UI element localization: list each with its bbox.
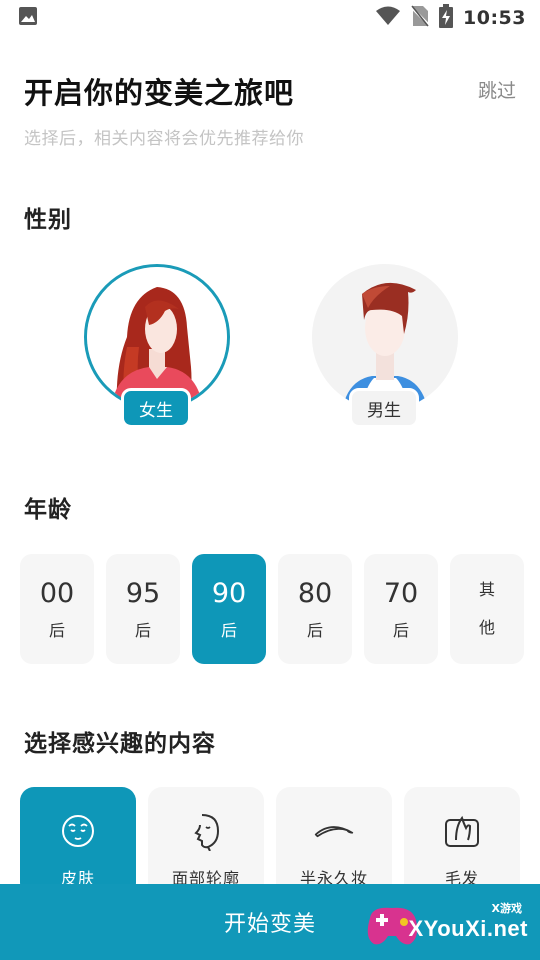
age-option-top: 其	[478, 580, 495, 599]
age-options: 00 后 95 后 90 后 80 后 70 后 其 他	[20, 554, 524, 664]
image-notification-icon	[18, 6, 38, 30]
age-option-70[interactable]: 70 后	[364, 554, 438, 664]
interest-option-semi-permanent-makeup[interactable]: 半永久妆	[276, 787, 392, 897]
age-option-top: 95	[125, 578, 161, 609]
header: 开启你的变美之旅吧 跳过 选择后，相关内容将会优先推荐给你	[24, 70, 516, 149]
gender-label-male: 男生	[349, 388, 419, 428]
gender-label-female: 女生	[121, 388, 191, 428]
age-option-bottom: 后	[306, 621, 323, 640]
female-illustration-icon	[87, 267, 227, 407]
face-icon	[58, 811, 98, 851]
interest-options: 皮肤 面部轮廓 半永久妆 毛发	[20, 787, 520, 897]
page-subtitle: 选择后，相关内容将会优先推荐给你	[24, 129, 304, 149]
page-title: 开启你的变美之旅吧	[24, 76, 295, 110]
battery-charging-icon	[439, 4, 454, 32]
age-option-90[interactable]: 90 后	[192, 554, 266, 664]
age-option-bottom: 后	[220, 621, 237, 640]
gender-section-title: 性别	[24, 207, 72, 233]
age-option-00[interactable]: 00 后	[20, 554, 94, 664]
interest-option-skin[interactable]: 皮肤	[20, 787, 136, 897]
eyebrow-icon	[314, 811, 354, 851]
interest-option-face-contour[interactable]: 面部轮廓	[148, 787, 264, 897]
status-bar: 10:53	[0, 0, 540, 36]
skip-button[interactable]: 跳过	[478, 76, 516, 103]
interests-section-title: 选择感兴趣的内容	[24, 731, 216, 757]
age-option-bottom: 后	[134, 621, 151, 640]
watermark: X游戏 XYouXi.net	[362, 898, 530, 954]
age-option-bottom: 后	[48, 621, 65, 640]
watermark-text: XYouXi.net	[408, 916, 528, 941]
age-option-bottom: 后	[392, 621, 409, 640]
hair-icon	[442, 811, 482, 851]
status-time: 10:53	[463, 7, 526, 29]
watermark-top-text: X游戏	[491, 902, 522, 915]
interest-option-hair[interactable]: 毛发	[404, 787, 520, 897]
age-option-95[interactable]: 95 后	[106, 554, 180, 664]
no-sim-icon	[410, 5, 430, 31]
gender-option-female[interactable]: 女生	[84, 264, 230, 432]
age-option-top: 70	[383, 578, 419, 609]
wifi-icon	[375, 6, 401, 30]
face-profile-icon	[186, 811, 226, 851]
age-option-80[interactable]: 80 后	[278, 554, 352, 664]
age-option-bottom: 他	[478, 618, 495, 637]
age-option-top: 80	[297, 578, 333, 609]
age-option-other[interactable]: 其 他	[450, 554, 524, 664]
age-section-title: 年龄	[24, 497, 72, 523]
gender-option-male[interactable]: 男生	[312, 264, 458, 432]
age-option-top: 90	[211, 578, 247, 609]
age-option-top: 00	[39, 578, 75, 609]
